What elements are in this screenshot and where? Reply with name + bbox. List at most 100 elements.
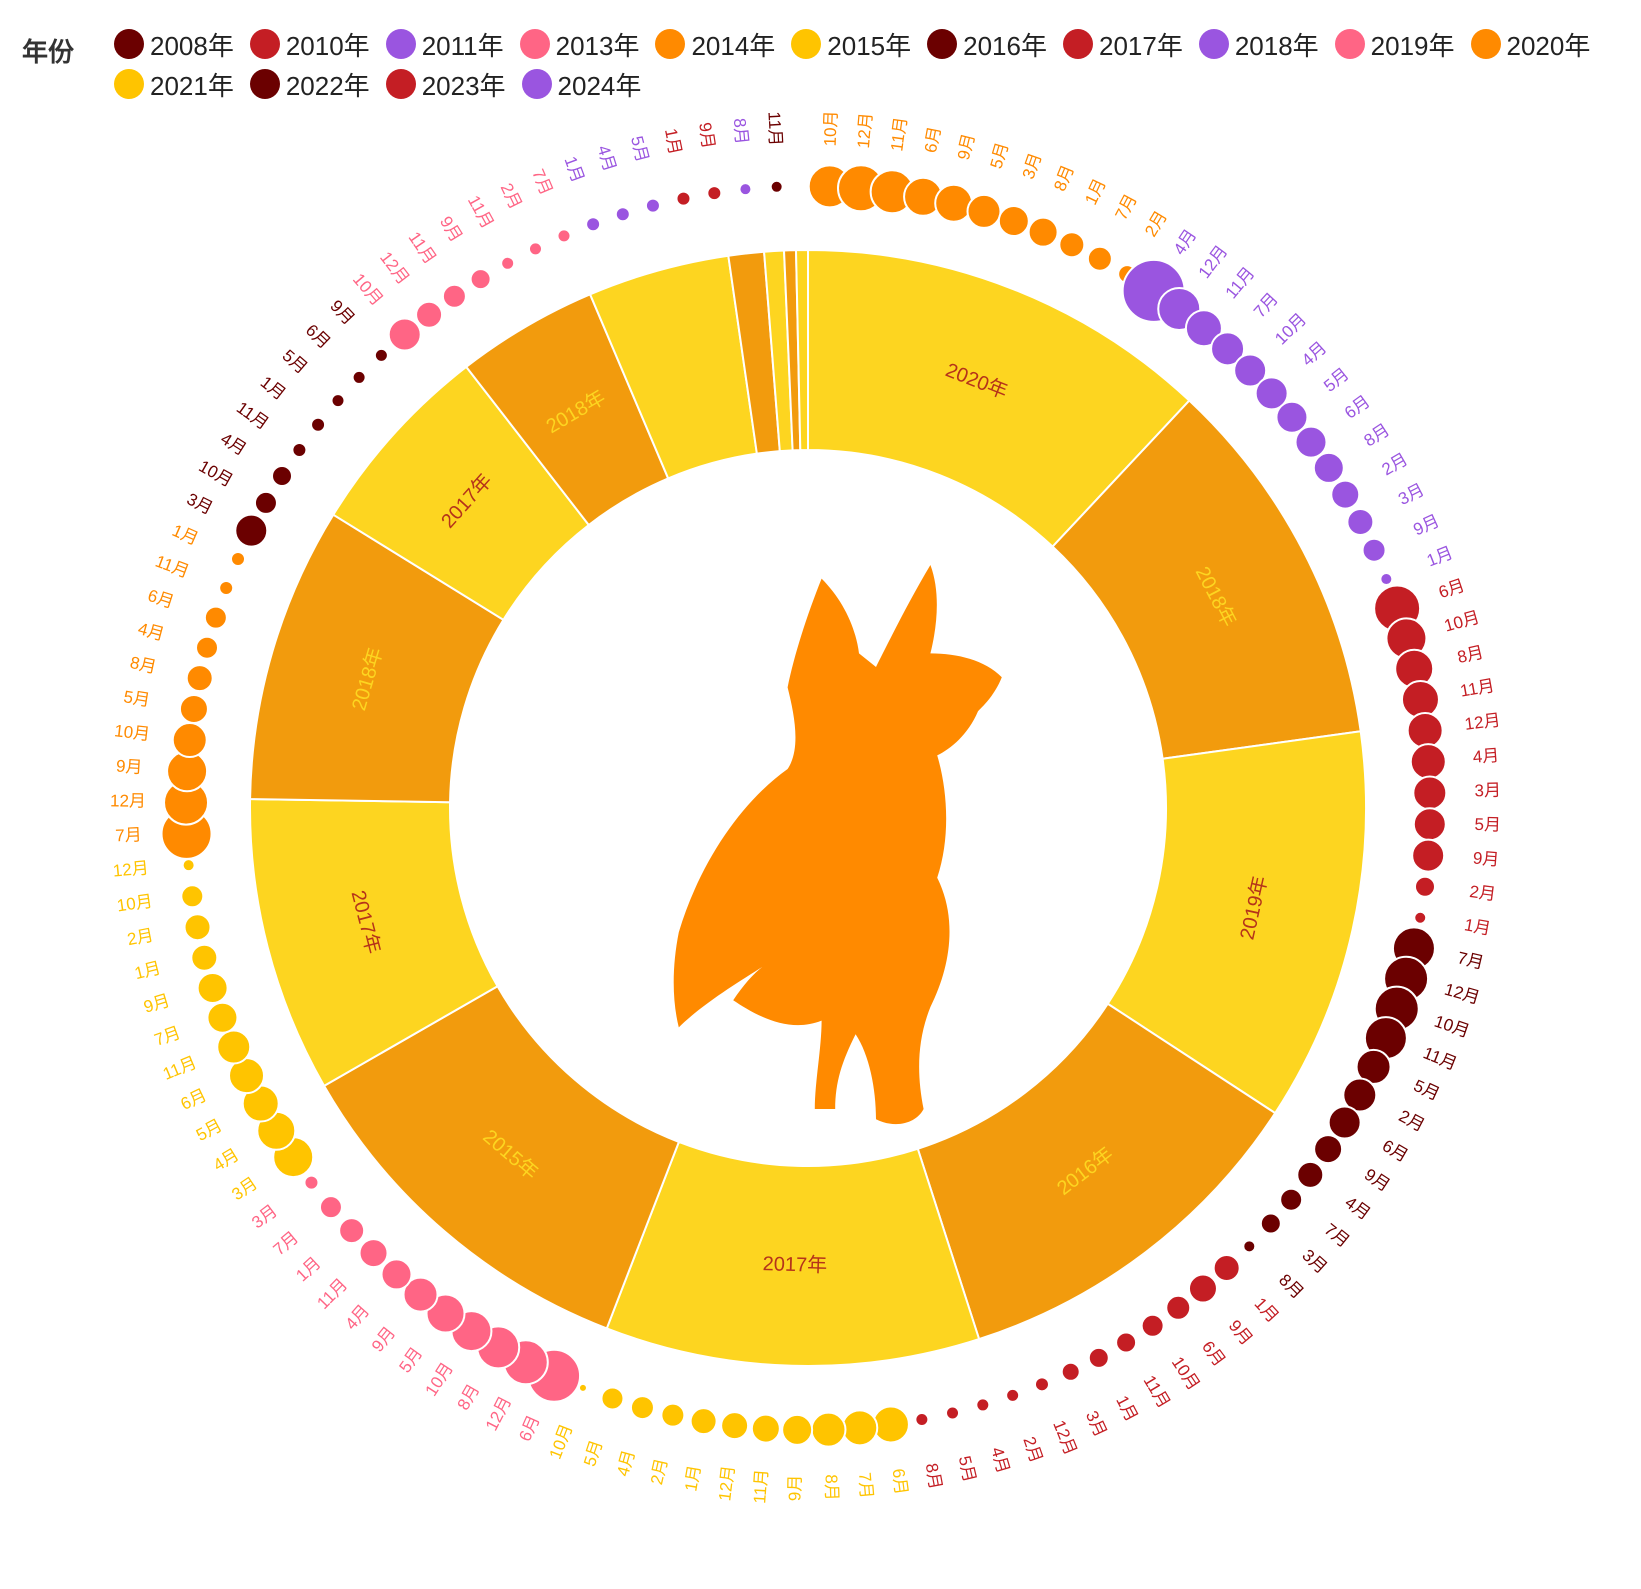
bubble-point[interactable] xyxy=(206,1001,239,1034)
month-label: 10月 xyxy=(1432,1012,1472,1042)
bubble-point[interactable] xyxy=(190,943,219,972)
bubble-point[interactable] xyxy=(871,1405,910,1444)
bubble-point[interactable] xyxy=(934,183,974,223)
month-label: 9月 xyxy=(695,121,718,150)
bubble-point[interactable] xyxy=(997,205,1030,238)
bubble-point[interactable] xyxy=(1060,1361,1081,1382)
bubble-point[interactable] xyxy=(183,913,212,942)
bubble-point[interactable] xyxy=(810,1411,847,1448)
bubble-point[interactable] xyxy=(585,216,602,233)
bubble-point[interactable] xyxy=(769,179,784,194)
month-label: 4月 xyxy=(217,429,250,459)
bubble-point[interactable] xyxy=(1242,1239,1257,1254)
bubble-point[interactable] xyxy=(196,972,229,1005)
bubble-point[interactable] xyxy=(373,347,389,363)
bubble-point[interactable] xyxy=(230,551,247,568)
bubble-point[interactable] xyxy=(577,1382,588,1393)
bubble-point[interactable] xyxy=(218,580,235,597)
bubble-point[interactable] xyxy=(180,884,205,909)
month-label: 8月 xyxy=(454,1381,484,1413)
bubble-point[interactable] xyxy=(415,300,444,329)
bubble-point[interactable] xyxy=(1115,1331,1138,1354)
bubble-point[interactable] xyxy=(338,1217,366,1245)
bubble-point[interactable] xyxy=(1412,775,1448,811)
bubble-point[interactable] xyxy=(1409,743,1447,781)
bubble-point[interactable] xyxy=(527,241,543,257)
bubble-point[interactable] xyxy=(441,283,467,309)
bubble-point[interactable] xyxy=(1413,910,1428,925)
bubble-point[interactable] xyxy=(689,1407,718,1436)
bubble-point[interactable] xyxy=(387,317,422,352)
month-label: 3月 xyxy=(1298,1246,1330,1278)
bubble-point[interactable] xyxy=(660,1402,686,1428)
bubble-point[interactable] xyxy=(1087,1346,1110,1369)
bubble-point[interactable] xyxy=(841,1409,879,1447)
bubble-point[interactable] xyxy=(945,1405,961,1421)
bubble-point[interactable] xyxy=(318,1195,343,1220)
month-label: 9月 xyxy=(1410,511,1442,539)
bubble-point[interactable] xyxy=(303,1174,320,1191)
month-label: 5月 xyxy=(1320,364,1353,395)
bubble-point[interactable] xyxy=(253,490,278,515)
bubble-point[interactable] xyxy=(181,858,196,873)
bubble-point[interactable] xyxy=(500,255,516,271)
bubble-point[interactable] xyxy=(720,1411,750,1441)
bubble-point[interactable] xyxy=(644,197,661,214)
bubble-point[interactable] xyxy=(380,1258,413,1291)
bubble-point[interactable] xyxy=(556,228,572,244)
bubble-point[interactable] xyxy=(1140,1313,1165,1338)
bubble-point[interactable] xyxy=(966,193,1002,229)
bubble-point[interactable] xyxy=(914,1411,930,1427)
bubble-point[interactable] xyxy=(1346,508,1375,537)
bubble-point[interactable] xyxy=(1327,1105,1362,1140)
bubble-point[interactable] xyxy=(1279,1187,1304,1212)
bubble-point[interactable] xyxy=(1400,679,1440,719)
bubble-point[interactable] xyxy=(1330,479,1361,510)
bubble-point[interactable] xyxy=(1027,216,1059,248)
bubble-point[interactable] xyxy=(185,664,214,693)
bubble-point[interactable] xyxy=(738,182,753,197)
bubble-point[interactable] xyxy=(1165,1294,1192,1321)
bubble-point[interactable] xyxy=(629,1395,655,1421)
bubble-point[interactable] xyxy=(195,635,220,660)
bubble-point[interactable] xyxy=(203,605,228,630)
bubble-point[interactable] xyxy=(271,465,294,488)
bubble-point[interactable] xyxy=(1005,1387,1021,1403)
bubble-point[interactable] xyxy=(781,1413,814,1446)
bubble-point[interactable] xyxy=(1361,537,1387,563)
bubble-point[interactable] xyxy=(330,393,346,409)
bubble-point[interactable] xyxy=(291,441,308,458)
bubble-point[interactable] xyxy=(675,190,692,207)
bubble-point[interactable] xyxy=(975,1397,991,1413)
bubble-point[interactable] xyxy=(469,268,492,291)
bubble-point[interactable] xyxy=(1058,231,1086,259)
bubble-point[interactable] xyxy=(706,185,723,202)
month-label: 4月 xyxy=(341,1301,373,1333)
bubble-point[interactable] xyxy=(614,206,631,223)
bubble-point[interactable] xyxy=(1296,1160,1325,1189)
bubble-point[interactable] xyxy=(1033,1376,1050,1393)
bubble-point[interactable] xyxy=(750,1413,781,1444)
bubble-point[interactable] xyxy=(216,1029,252,1065)
bubble-point[interactable] xyxy=(1412,807,1447,842)
bubble-point[interactable] xyxy=(1406,711,1444,749)
month-label: 2月 xyxy=(647,1457,671,1487)
bubble-point[interactable] xyxy=(1187,1273,1218,1304)
bubble-point[interactable] xyxy=(1411,838,1446,873)
bubble-point[interactable] xyxy=(358,1238,389,1269)
bubble-point[interactable] xyxy=(1312,451,1345,484)
bubble-point[interactable] xyxy=(600,1386,625,1411)
bubble-point[interactable] xyxy=(1294,425,1328,459)
month-label: 7月 xyxy=(115,825,142,845)
bubble-point[interactable] xyxy=(310,416,327,433)
bubble-point[interactable] xyxy=(1212,1254,1241,1283)
bubble-point[interactable] xyxy=(1259,1212,1282,1235)
bubble-point[interactable] xyxy=(171,722,208,759)
bubble-point[interactable] xyxy=(1413,875,1436,898)
bubble-point[interactable] xyxy=(1379,572,1394,587)
bubble-point[interactable] xyxy=(1313,1134,1344,1165)
bubble-point[interactable] xyxy=(178,693,209,724)
bubble-point[interactable] xyxy=(1086,245,1113,272)
bubble-point[interactable] xyxy=(234,513,269,548)
bubble-point[interactable] xyxy=(351,369,367,385)
